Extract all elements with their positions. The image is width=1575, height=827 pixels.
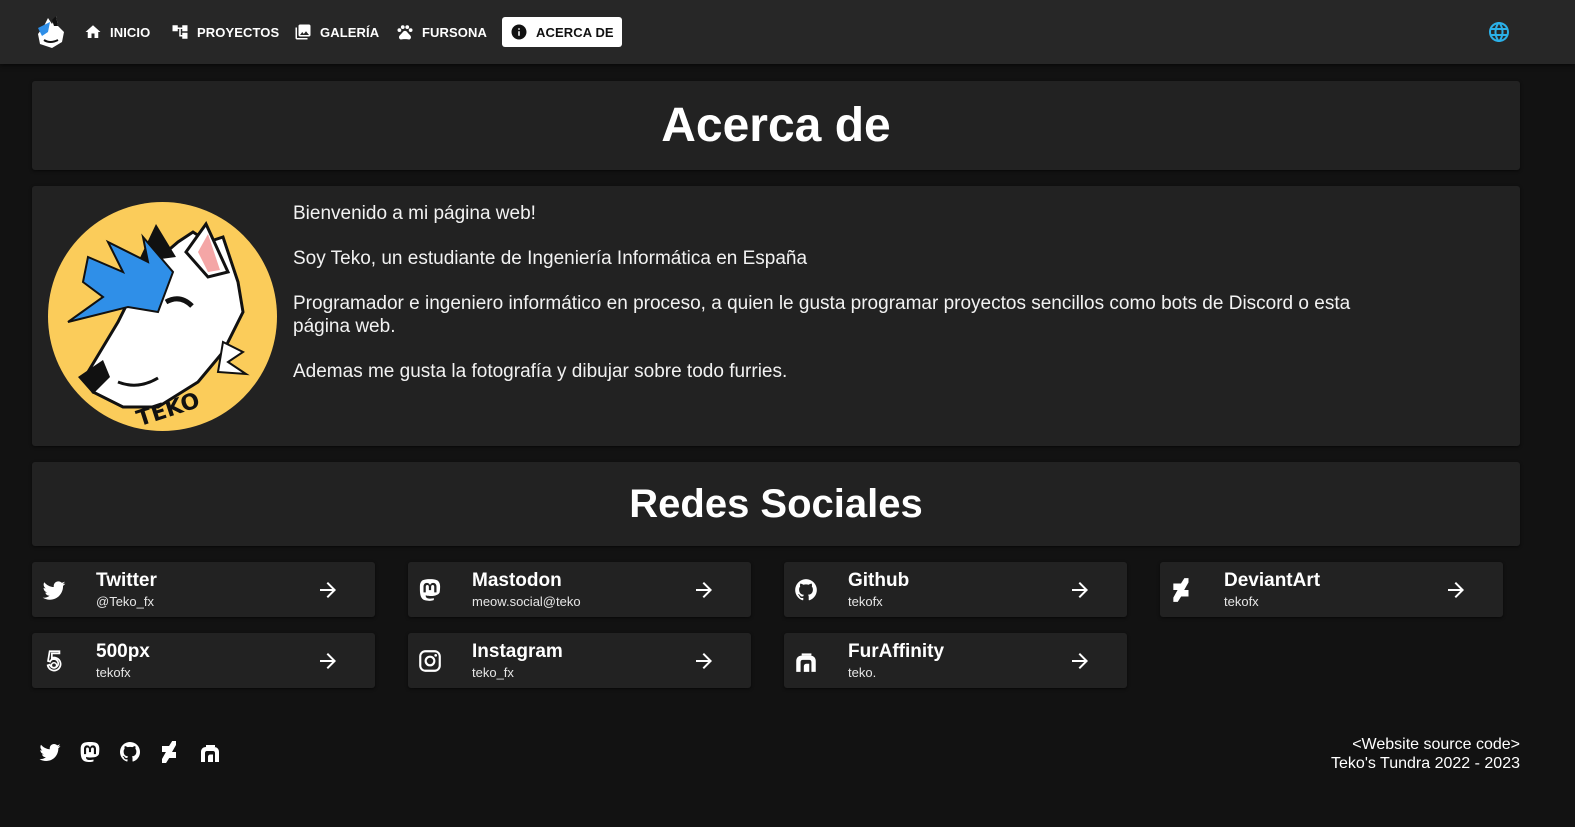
nav-inicio-label: INICIO	[110, 24, 151, 40]
social-handle: teko_fx	[472, 665, 514, 680]
about-text: Bienvenido a mi página web! Soy Teko, un…	[293, 202, 1393, 405]
footer-furaffinity-link[interactable]	[198, 740, 222, 764]
footer-mastodon-link[interactable]	[78, 740, 102, 764]
nav-fursona-label: FURSONA	[422, 24, 487, 40]
social-card-twitter[interactable]: Twitter @Teko_fx	[32, 562, 375, 617]
github-icon	[120, 742, 140, 762]
social-card-furaffinity[interactable]: FurAffinity teko.	[784, 633, 1127, 688]
about-card: TEKO Bienvenido a mi página web! Soy Tek…	[32, 186, 1520, 446]
source-code-link[interactable]: <Website source code>	[1331, 735, 1520, 754]
social-handle: tekofx	[848, 594, 883, 609]
mastodon-icon	[419, 579, 441, 601]
home-icon	[85, 25, 101, 38]
twitter-icon	[42, 581, 66, 600]
social-handle: teko.	[848, 665, 877, 680]
gallery-icon	[295, 24, 311, 40]
about-paragraph: Bienvenido a mi página web!	[293, 203, 536, 224]
avatar: TEKO	[48, 202, 277, 431]
social-handle: @Teko_fx	[96, 594, 154, 609]
about-title-card: Acerca de	[32, 81, 1520, 170]
social-handle: tekofx	[1224, 594, 1259, 609]
social-card-500px[interactable]: 500px tekofx	[32, 633, 375, 688]
nav-galeria[interactable]: GALERÍA	[286, 17, 387, 47]
social-name: Twitter	[96, 570, 157, 591]
nav-fursona[interactable]: FURSONA	[388, 17, 495, 47]
furaffinity-icon	[201, 745, 219, 762]
social-title-card: Redes Sociales	[32, 462, 1520, 546]
footer-twitter-link[interactable]	[38, 740, 62, 764]
site-logo[interactable]	[34, 14, 68, 50]
projects-icon	[172, 25, 188, 39]
about-paragraph: Soy Teko, un estudiante de Ingeniería In…	[293, 248, 808, 269]
nav-proyectos[interactable]: PROYECTOS	[163, 17, 287, 47]
social-name: Mastodon	[472, 570, 562, 591]
copyright-text: Teko's Tundra 2022 - 2023	[1331, 755, 1520, 772]
arrow-right-icon	[1072, 653, 1088, 669]
mastodon-icon	[80, 742, 100, 763]
globe-icon[interactable]	[1487, 20, 1511, 44]
info-icon	[511, 24, 527, 40]
social-card-github[interactable]: Github tekofx	[784, 562, 1127, 617]
deviantart-icon	[162, 741, 176, 763]
footer-info: <Website source code> Teko's Tundra 2022…	[1331, 735, 1520, 773]
arrow-right-icon	[1072, 582, 1088, 598]
social-name: Github	[848, 570, 910, 591]
page-title: Acerca de	[661, 99, 891, 152]
paw-icon	[397, 25, 413, 40]
social-handle: tekofx	[96, 665, 131, 680]
social-card-instagram[interactable]: Instagram teko_fx	[408, 633, 751, 688]
social-name: Instagram	[472, 641, 563, 662]
instagram-icon	[419, 650, 441, 672]
nav-galeria-label: GALERÍA	[320, 24, 380, 40]
nav-proyectos-label: PROYECTOS	[197, 24, 280, 40]
social-name: DeviantArt	[1224, 570, 1321, 591]
footer-deviantart-link[interactable]	[158, 740, 182, 764]
social-name: FurAffinity	[848, 641, 945, 662]
social-card-deviantart[interactable]: DeviantArt tekofx	[1160, 562, 1503, 617]
fox-avatar-image: TEKO	[67, 221, 250, 431]
arrow-right-icon	[320, 582, 336, 598]
arrow-right-icon	[696, 582, 712, 598]
nav-acerca-de[interactable]: ACERCA DE	[502, 17, 622, 47]
footer-github-link[interactable]	[118, 740, 142, 764]
about-paragraph: Ademas me gusta la fotografía y dibujar …	[293, 361, 788, 382]
nav-acerca-de-label: ACERCA DE	[536, 24, 614, 40]
social-name: 500px	[96, 641, 150, 662]
social-handle: meow.social@teko	[472, 594, 581, 609]
social-card-mastodon[interactable]: Mastodon meow.social@teko	[408, 562, 751, 617]
section-title: Redes Sociales	[629, 481, 923, 526]
about-paragraph: Programador e ingeniero informático en p…	[293, 293, 1351, 337]
500px-icon	[46, 650, 62, 672]
github-icon	[795, 579, 817, 601]
twitter-icon	[39, 744, 61, 761]
furaffinity-icon	[796, 653, 816, 672]
arrow-right-icon	[1448, 582, 1464, 598]
top-navbar: INICIO PROYECTOS GALERÍA FURSONA ACERCA …	[0, 0, 1575, 64]
nav-inicio[interactable]: INICIO	[76, 17, 158, 47]
deviantart-icon	[1173, 578, 1189, 602]
arrow-right-icon	[696, 653, 712, 669]
footer-social-icons	[38, 740, 222, 764]
arrow-right-icon	[320, 653, 336, 669]
